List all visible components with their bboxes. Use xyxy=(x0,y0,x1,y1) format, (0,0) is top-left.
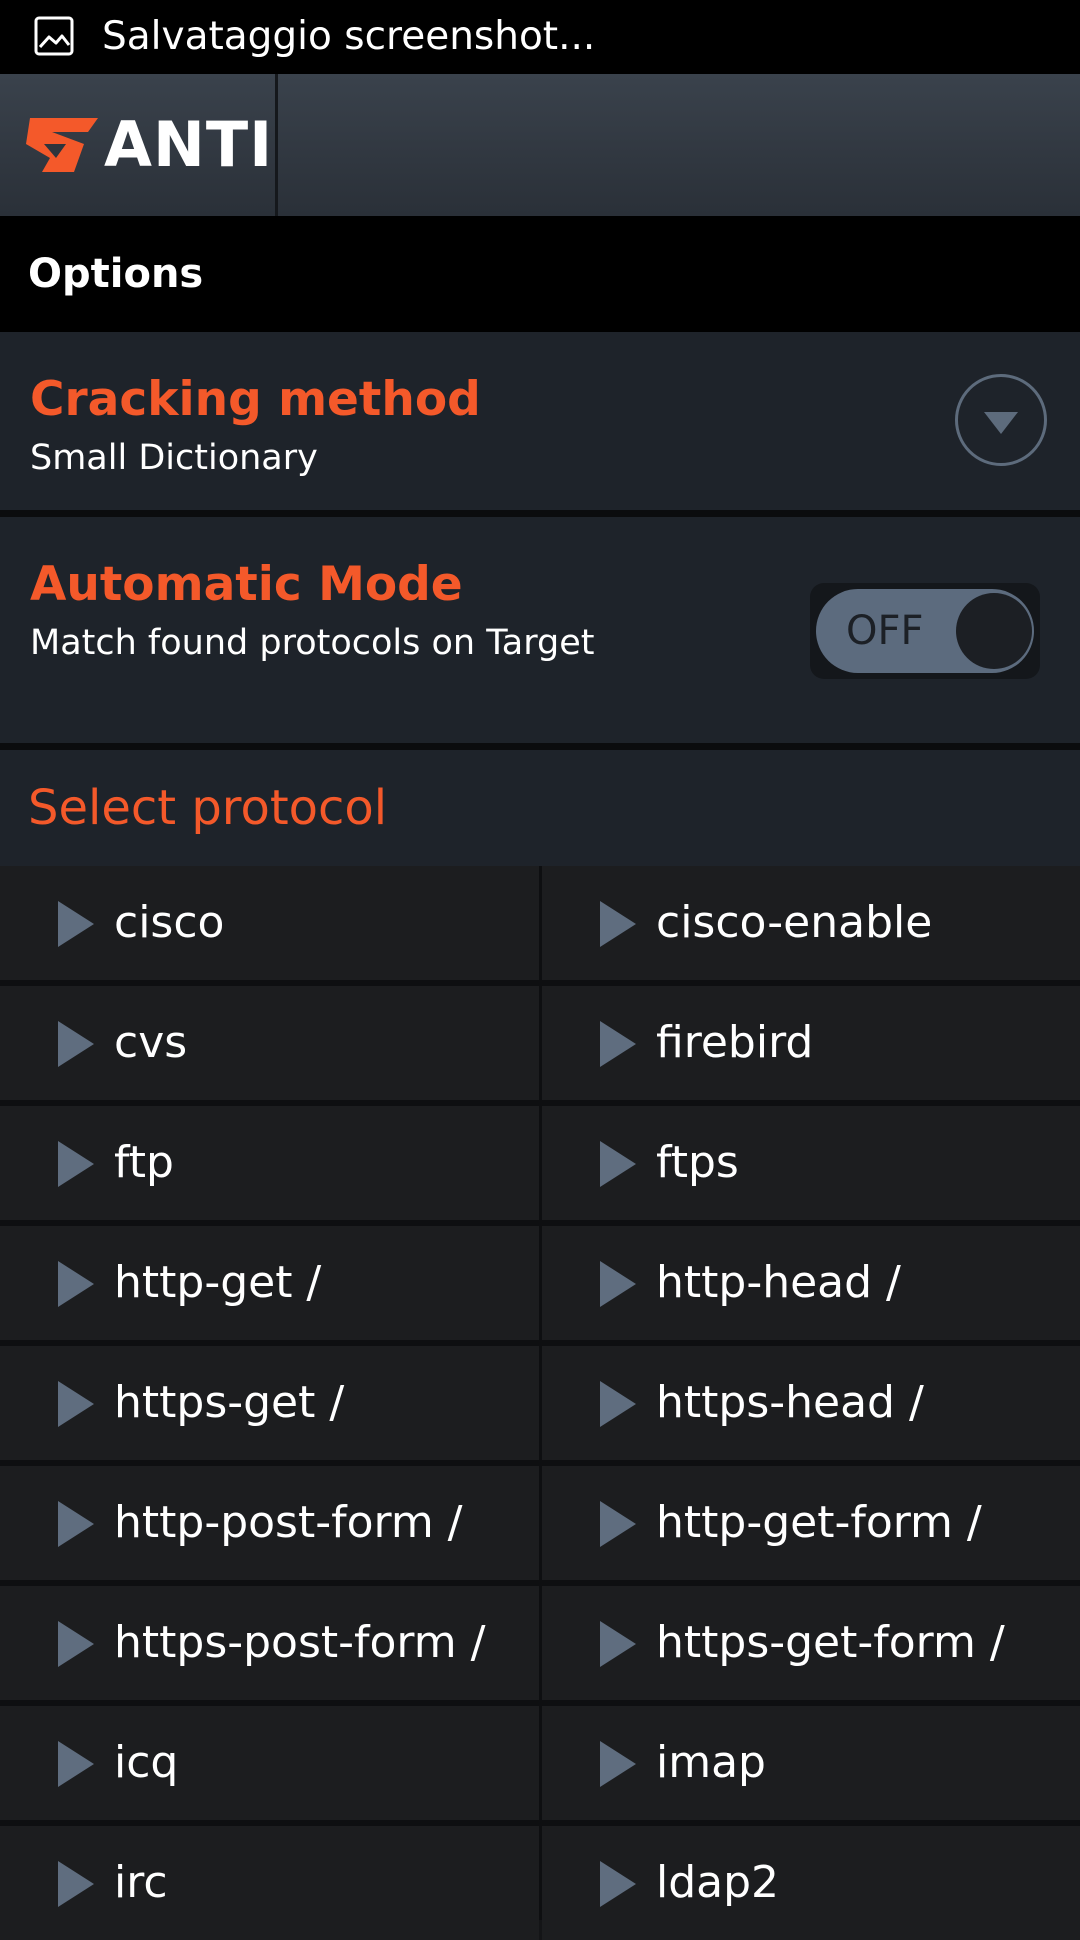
protocol-item-cvs[interactable]: cvs xyxy=(0,986,539,1100)
play-triangle-icon xyxy=(58,1501,94,1547)
chevron-down-icon xyxy=(984,412,1018,434)
protocol-label: irc xyxy=(114,1857,168,1908)
protocol-label: icq xyxy=(114,1737,179,1788)
select-protocol-title: Select protocol xyxy=(28,780,388,836)
play-triangle-icon xyxy=(600,1141,636,1187)
toggle-track: OFF xyxy=(816,589,1034,673)
status-text: Salvataggio screenshot... xyxy=(102,14,596,59)
cracking-method-row[interactable]: Cracking method Small Dictionary xyxy=(0,332,1080,510)
row-separator xyxy=(0,510,1080,517)
play-triangle-icon xyxy=(58,901,94,947)
protocol-label: ftp xyxy=(114,1137,174,1188)
action-bar-divider xyxy=(275,74,278,216)
select-protocol-header: Select protocol xyxy=(0,750,1080,866)
protocol-label: http-post-form / xyxy=(114,1497,463,1548)
play-triangle-icon xyxy=(600,901,636,947)
toggle-knob xyxy=(956,593,1032,669)
protocol-item-https-get-form[interactable]: https-get-form / xyxy=(542,1586,1080,1700)
cracking-method-label: Cracking method xyxy=(30,372,481,427)
protocol-label: http-get-form / xyxy=(656,1497,982,1548)
protocol-label: https-get-form / xyxy=(656,1617,1005,1668)
protocol-label: https-post-form / xyxy=(114,1617,486,1668)
protocol-label: ldap2 xyxy=(656,1857,780,1908)
row-separator xyxy=(0,743,1080,750)
app-name[interactable]: ANTI xyxy=(104,100,273,190)
play-triangle-icon xyxy=(600,1501,636,1547)
protocol-item-http-post-form[interactable]: http-post-form / xyxy=(0,1466,539,1580)
protocol-item-http-head[interactable]: http-head / xyxy=(542,1226,1080,1340)
play-triangle-icon xyxy=(58,1861,94,1907)
action-bar: ANTI xyxy=(0,74,1080,216)
protocol-item-firebird[interactable]: firebird xyxy=(542,986,1080,1100)
status-bar: Salvataggio screenshot... xyxy=(0,0,1080,74)
options-header: Options xyxy=(0,216,1080,332)
anti-logo-icon[interactable] xyxy=(22,114,102,176)
protocol-label: ftps xyxy=(656,1137,739,1188)
play-triangle-icon xyxy=(58,1021,94,1067)
protocol-item-http-get[interactable]: http-get / xyxy=(0,1226,539,1340)
protocol-item-https-post-form[interactable]: https-post-form / xyxy=(0,1586,539,1700)
automatic-mode-label: Automatic Mode xyxy=(30,557,463,612)
play-triangle-icon xyxy=(58,1261,94,1307)
protocol-label: cisco-enable xyxy=(656,897,933,948)
protocol-item-imap[interactable]: imap xyxy=(542,1706,1080,1820)
protocol-item-https-get[interactable]: https-get / xyxy=(0,1346,539,1460)
protocol-label: imap xyxy=(656,1737,766,1788)
protocol-label: http-head / xyxy=(656,1257,901,1308)
protocol-item-http-get-form[interactable]: http-get-form / xyxy=(542,1466,1080,1580)
play-triangle-icon xyxy=(600,1861,636,1907)
protocol-item-https-head[interactable]: https-head / xyxy=(542,1346,1080,1460)
automatic-mode-description: Match found protocols on Target xyxy=(30,623,595,663)
cracking-method-value: Small Dictionary xyxy=(30,438,318,478)
play-triangle-icon xyxy=(600,1261,636,1307)
protocol-item-cisco[interactable]: cisco xyxy=(0,866,539,980)
protocol-label: cvs xyxy=(114,1017,188,1068)
protocol-label: https-get / xyxy=(114,1377,345,1428)
protocol-label: http-get / xyxy=(114,1257,322,1308)
automatic-mode-row: Automatic Mode Match found protocols on … xyxy=(0,517,1080,743)
protocol-item-ldap2[interactable]: ldap2 xyxy=(542,1826,1080,1940)
protocol-grid: cisco cisco-enable cvs firebird ftp ftps… xyxy=(0,866,1080,1940)
automatic-mode-toggle[interactable]: OFF xyxy=(810,583,1040,679)
protocol-label: https-head / xyxy=(656,1377,924,1428)
play-triangle-icon xyxy=(58,1741,94,1787)
play-triangle-icon xyxy=(600,1741,636,1787)
play-triangle-icon xyxy=(600,1021,636,1067)
play-triangle-icon xyxy=(600,1381,636,1427)
image-icon xyxy=(34,16,74,56)
protocol-item-irc[interactable]: irc xyxy=(0,1826,539,1940)
protocol-label: firebird xyxy=(656,1017,814,1068)
play-triangle-icon xyxy=(58,1381,94,1427)
protocol-item-ftp[interactable]: ftp xyxy=(0,1106,539,1220)
protocol-item-ftps[interactable]: ftps xyxy=(542,1106,1080,1220)
protocol-label: cisco xyxy=(114,897,225,948)
protocol-item-cisco-enable[interactable]: cisco-enable xyxy=(542,866,1080,980)
play-triangle-icon xyxy=(600,1621,636,1667)
options-title: Options xyxy=(28,251,204,297)
play-triangle-icon xyxy=(58,1141,94,1187)
protocol-item-icq[interactable]: icq xyxy=(0,1706,539,1820)
toggle-state-label: OFF xyxy=(846,608,924,654)
play-triangle-icon xyxy=(58,1621,94,1667)
cracking-method-dropdown-button[interactable] xyxy=(955,374,1047,466)
